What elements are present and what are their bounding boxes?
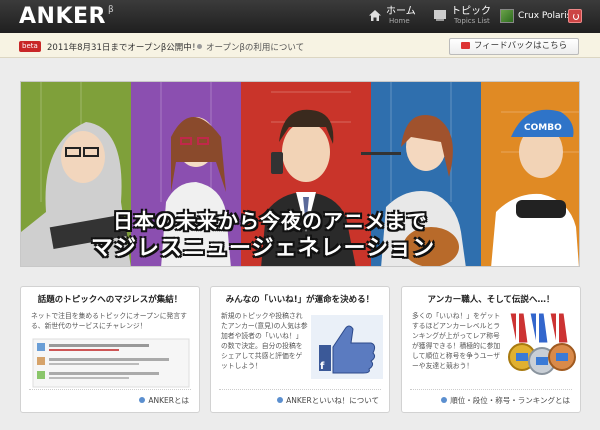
hero-headline-2: マジレスニュージェネレーション: [91, 236, 436, 261]
nav-home-label: ホーム: [386, 6, 416, 17]
home-icon: [369, 10, 381, 21]
feedback-button[interactable]: フィードバックはこちら: [449, 38, 579, 55]
svg-text:f: f: [320, 361, 325, 372]
feature-card-ranking: アンカー職人、そして伝説へ…！ 多くの「いいね！」をゲットするほどアンカーレベル…: [401, 286, 581, 413]
top-header: ANKER β ホーム Home トピック Topics List Crux Po…: [0, 0, 600, 33]
anker-logo[interactable]: ANKER β: [19, 4, 114, 29]
nav-home[interactable]: ホーム Home: [386, 6, 416, 26]
card-divider: [410, 389, 572, 390]
hero-banner: COMBO 日本の未来から今夜のアニメまで マジレスニュージェネレーション: [20, 81, 580, 267]
card-title: 話題のトピックへのマジレスが集結！: [37, 295, 183, 305]
card-description: 新規のトピックや投稿されたアンカー(意見)の人気は参加者や読者の「いいね！」の数…: [221, 312, 308, 370]
card-divider: [219, 389, 381, 390]
card-title: みんなの「いいね!」が運命を決める！: [225, 295, 375, 305]
topic-screenshot-thumbnail: [32, 338, 190, 388]
topics-icon: [434, 10, 446, 21]
card-title: アンカー職人、そして伝説へ…！: [427, 295, 555, 305]
medals-icon: [508, 312, 576, 375]
avatar[interactable]: [500, 9, 514, 23]
beta-notice-text: 2011年8月31日までオープンβ公開中！: [47, 43, 201, 53]
card-description: ネットで注目を集めるトピックにオープンに発言する、新世代のサービスにチャレンジ！: [31, 312, 187, 330]
cap-combo-text: COMBO: [524, 123, 562, 133]
about-anker-link[interactable]: ANKERとは: [139, 395, 189, 406]
beta-badge: beta: [19, 41, 41, 52]
like-thumbs-up-icon: f: [311, 315, 383, 379]
ranking-info-link[interactable]: 順位・段位・称号・ランキングとは: [441, 395, 570, 406]
nav-topics-label: トピック: [451, 6, 491, 17]
card-divider: [29, 389, 191, 390]
open-beta-info-link[interactable]: オープンβの利用について: [197, 41, 304, 53]
feature-card-like: みんなの「いいね!」が運命を決める！ 新規のトピックや投稿されたアンカー(意見)…: [210, 286, 390, 413]
card-description: 多くの「いいね！」をゲットするほどアンカーレベルとランキングが上がってレア称号が…: [412, 312, 501, 370]
logo-text: ANKER: [19, 4, 106, 29]
nav-topics[interactable]: トピック Topics List: [451, 6, 491, 26]
mail-icon: [460, 42, 470, 49]
nav-topics-sublabel: Topics List: [454, 17, 490, 25]
logout-icon[interactable]: [568, 9, 582, 23]
feedback-label: フィードバックはこちら: [473, 41, 568, 51]
nav-home-sublabel: Home: [389, 17, 410, 25]
feature-card-topics: 話題のトピックへのマジレスが集結！ ネットで注目を集めるトピックにオープンに発言…: [20, 286, 200, 413]
anker-like-info-link[interactable]: ANKERといいね！について: [277, 395, 379, 406]
logo-beta-mark: β: [107, 4, 115, 15]
user-name-link[interactable]: Crux Polaris: [518, 11, 571, 21]
